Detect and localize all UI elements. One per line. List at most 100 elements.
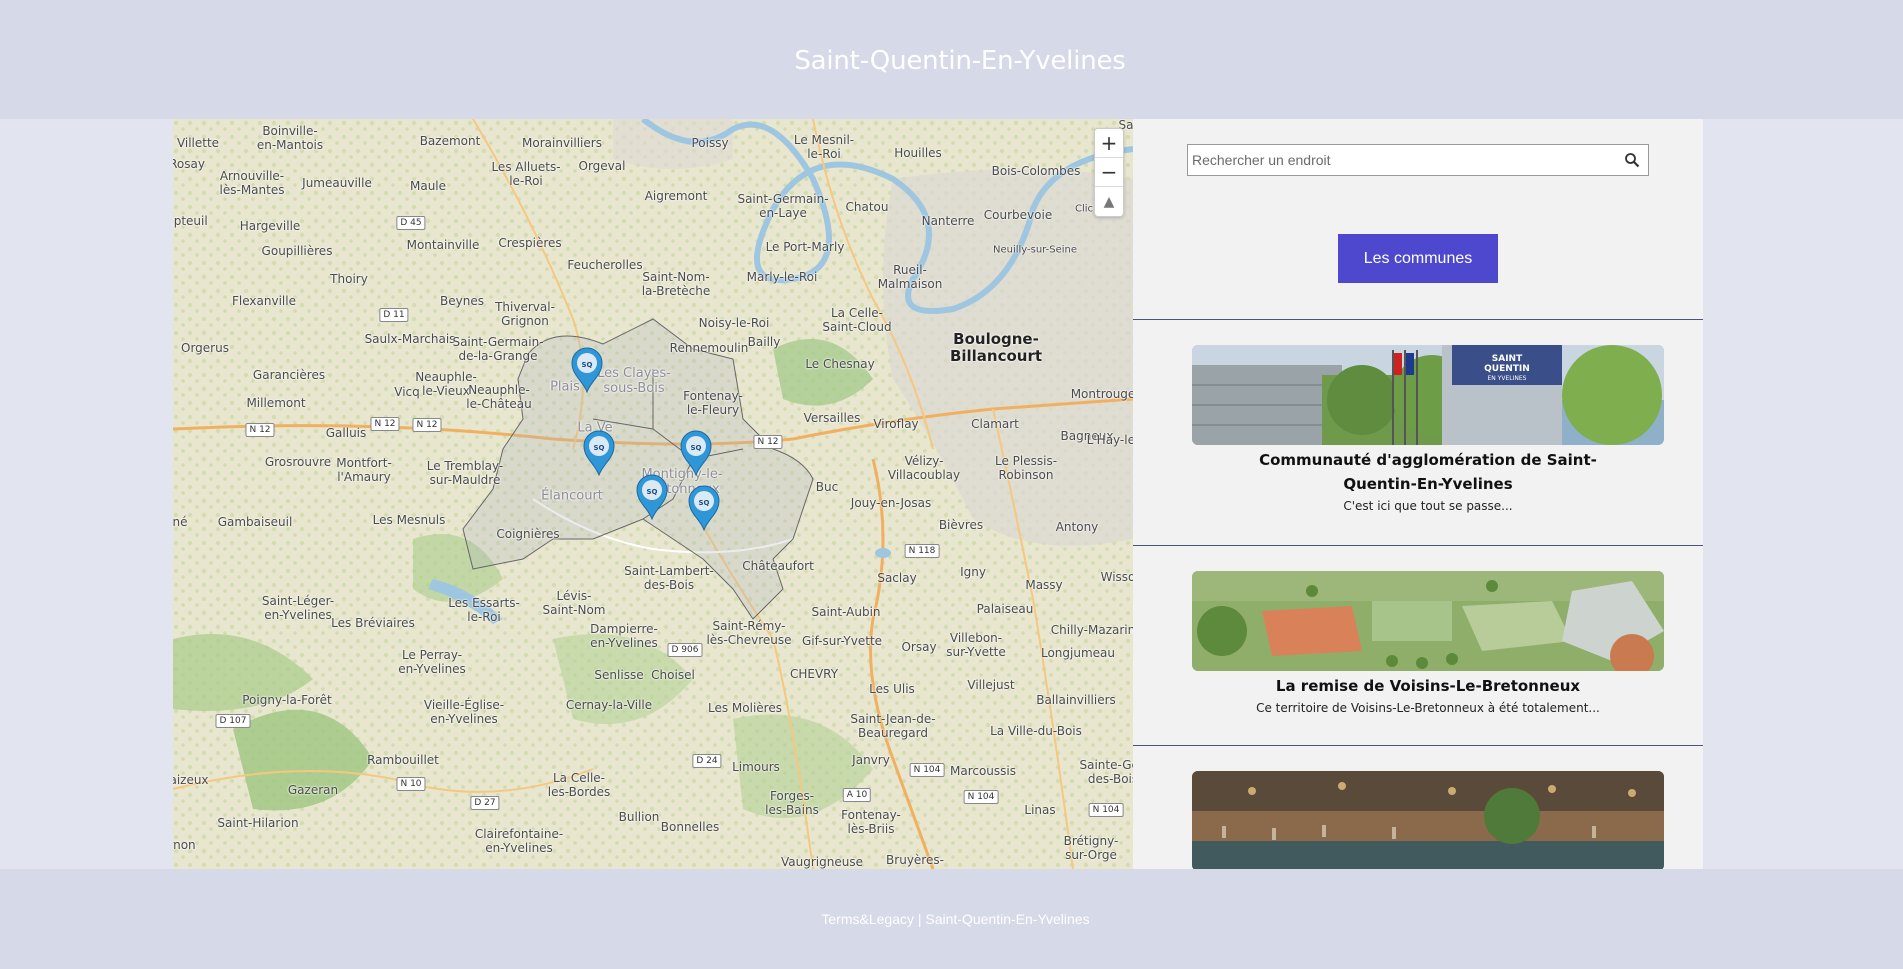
- map-label: Fontenay- le-Fleury: [683, 389, 743, 417]
- divider: [1133, 545, 1703, 546]
- map-label: Poissy: [691, 136, 729, 151]
- map-label: Thoiry: [330, 272, 368, 287]
- map-label: Senlisse: [594, 668, 644, 683]
- map-label: Bruyères-: [886, 853, 944, 868]
- map-label: Poigny-la-Forêt: [242, 693, 332, 708]
- article-card[interactable]: [1192, 771, 1664, 869]
- map-label: La Ville-du-Bois: [990, 724, 1082, 739]
- map-label: Thiverval- Grignon: [495, 300, 555, 328]
- divider: [1133, 319, 1703, 320]
- map-label: Brétigny- sur-Orge: [1063, 834, 1119, 862]
- map-label: Fontenay- lès-Briis: [841, 808, 901, 836]
- road-shield: N 12: [245, 423, 275, 437]
- map-label: Maule: [409, 179, 447, 194]
- map-label: Bonnelles: [660, 820, 720, 835]
- map-label: Wisso: [1100, 570, 1133, 585]
- map-marker-pin[interactable]: SQ: [582, 430, 616, 476]
- road-shield: D 906: [667, 643, 703, 657]
- map-label: Garancières: [252, 368, 326, 383]
- map-label: Le Chesnay: [805, 357, 875, 372]
- map-label: Villebon- sur-Yvette: [946, 631, 1006, 659]
- map-marker-pin[interactable]: SQ: [635, 474, 669, 520]
- map-label: Les Ulis: [869, 682, 915, 697]
- map-label: Montrouge: [1070, 387, 1133, 402]
- map-label: rnon: [173, 838, 196, 853]
- road-shield: D 45: [396, 216, 426, 230]
- svg-text:SQ: SQ: [699, 499, 710, 507]
- map-marker-pin[interactable]: SQ: [570, 347, 604, 393]
- article-description: Ce territoire de Voisins-Le-Bretonneux à…: [1256, 701, 1600, 715]
- map-label: Choisel: [651, 668, 695, 683]
- road-shield: N 12: [412, 418, 442, 432]
- map-label: Orgerus: [181, 341, 229, 356]
- article-card[interactable]: La remise de Voisins-Le-Bretonneux Ce te…: [1192, 571, 1664, 715]
- reset-bearing-button[interactable]: ▲: [1095, 187, 1123, 216]
- road-shield: N 104: [1088, 803, 1124, 817]
- map-label: Longjumeau: [1040, 646, 1116, 661]
- svg-text:SAINT: SAINT: [1492, 354, 1523, 364]
- road-shield: N 118: [904, 544, 940, 558]
- search-input[interactable]: [1188, 146, 1616, 174]
- map-label: Limours: [732, 760, 780, 775]
- map-label: Linas: [1024, 803, 1056, 818]
- map-label: Chilly-Mazarin: [1050, 623, 1133, 638]
- map-label: Dampierre- en-Yvelines: [590, 622, 658, 650]
- communes-button[interactable]: Les communes: [1338, 234, 1498, 283]
- map-label: Janvry: [852, 753, 890, 768]
- zoom-in-button[interactable]: +: [1095, 129, 1123, 158]
- map-label: Lévis- Saint-Nom: [542, 589, 606, 617]
- map-label: Grosrouvre: [264, 455, 332, 470]
- search-icon[interactable]: [1616, 145, 1648, 175]
- map-label: Clic: [1074, 203, 1094, 215]
- map-label: La Celle- Saint-Cloud: [822, 306, 892, 334]
- road-shield: N 12: [370, 417, 400, 431]
- map-zoom-control: + − ▲: [1094, 128, 1124, 217]
- map-label: Les Clayes- sous-Bois: [597, 366, 671, 396]
- map-label: epteuil: [173, 214, 208, 229]
- map-label: Les Bréviaires: [331, 616, 415, 631]
- map-label: Vaugrigneuse: [781, 855, 863, 869]
- map-label: Montfort- l'Amaury: [336, 456, 392, 484]
- map-label: Saclay: [877, 571, 917, 586]
- map-label: Saint-Jean-de- Beauregard: [850, 712, 936, 740]
- map-label: Le Plessis- Robinson: [994, 454, 1058, 482]
- map-label: Rambouillet: [367, 753, 439, 768]
- map-label: Vieille-Église- en-Yvelines: [423, 698, 505, 726]
- article-card[interactable]: SAINT QUENTIN EN YVELINES Communauté d'a…: [1192, 345, 1664, 513]
- map-label: Buc: [815, 480, 839, 495]
- road-shield: N 12: [753, 435, 783, 449]
- article-image[interactable]: [1192, 571, 1664, 671]
- map-label: Le Tremblay- sur-Mauldre: [426, 459, 504, 487]
- article-title[interactable]: Communauté d'agglomération de Saint-Quen…: [1192, 448, 1664, 496]
- map-marker-pin[interactable]: SQ: [679, 430, 713, 476]
- map-label: Saint-Léger- en-Yvelines: [261, 594, 335, 622]
- map-label: Le Perray- en-Yvelines: [398, 648, 466, 676]
- article-description: C'est ici que tout se passe...: [1343, 499, 1513, 513]
- article-image[interactable]: [1192, 771, 1664, 869]
- map-label: Chatou: [845, 200, 889, 215]
- map-label: Neuilly-sur-Seine: [992, 244, 1078, 256]
- page-title: Saint-Quentin-En-Yvelines: [794, 45, 1126, 76]
- map-label: Vicq: [394, 385, 420, 400]
- map-label: Galluis: [325, 426, 367, 441]
- map-label: L'Hay-le-: [1086, 433, 1133, 448]
- article-image[interactable]: SAINT QUENTIN EN YVELINES: [1192, 345, 1664, 445]
- map-label: Flexanville: [232, 294, 296, 309]
- article-title[interactable]: La remise de Voisins-Le-Bretonneux: [1192, 674, 1664, 698]
- footer-text[interactable]: Terms&Legacy | Saint-Quentin-En-Yvelines: [821, 911, 1089, 927]
- map-label: Palaiseau: [976, 602, 1034, 617]
- map-label: Rennemoulin: [669, 341, 749, 356]
- map-label: Marcoussis: [949, 764, 1017, 779]
- map-view[interactable]: Boinville- en-Mantois Villette Bazemont …: [173, 119, 1133, 869]
- map-label: Viroflay: [873, 417, 919, 432]
- map-label: Bullion: [618, 810, 660, 825]
- map-label: Saint-Germain- en-Laye: [737, 192, 829, 220]
- sidebar: Les communes SAINT QUENTIN EN YVELINES: [1133, 119, 1703, 869]
- map-label: Massy: [1025, 578, 1063, 593]
- map-marker-pin[interactable]: SQ: [687, 485, 721, 531]
- zoom-out-button[interactable]: −: [1095, 158, 1123, 187]
- map-label: Sainte-Gen des-Bois: [1079, 758, 1133, 786]
- map-label: Arnouville- lès-Mantes: [219, 169, 285, 197]
- map-label: Bailly: [747, 335, 781, 350]
- map-label: Rosay: [173, 157, 205, 172]
